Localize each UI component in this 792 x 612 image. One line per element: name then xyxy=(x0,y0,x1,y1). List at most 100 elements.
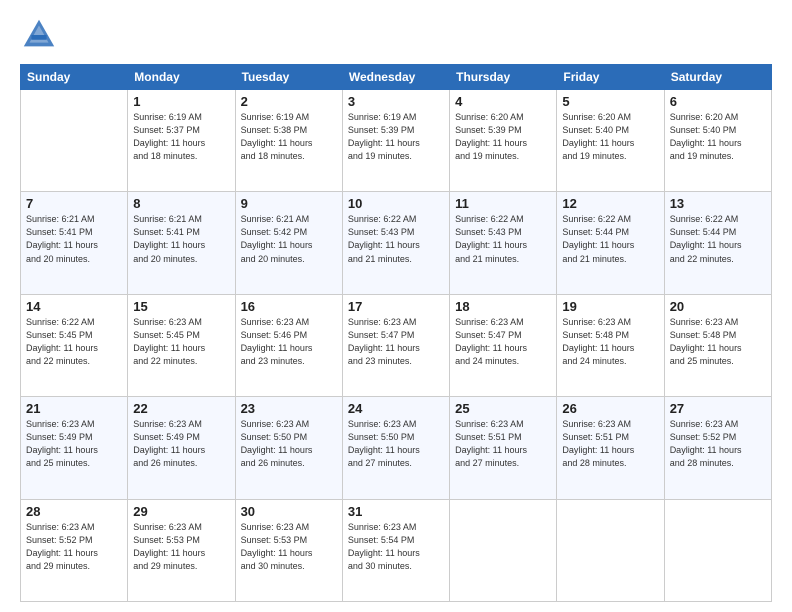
calendar-cell: 22 Sunrise: 6:23 AMSunset: 5:49 PMDayligh… xyxy=(128,397,235,499)
day-info: Sunrise: 6:23 AMSunset: 5:48 PMDaylight:… xyxy=(562,316,658,368)
day-number: 9 xyxy=(241,196,337,211)
day-number: 12 xyxy=(562,196,658,211)
day-info: Sunrise: 6:20 AMSunset: 5:39 PMDaylight:… xyxy=(455,111,551,163)
day-info: Sunrise: 6:23 AMSunset: 5:45 PMDaylight:… xyxy=(133,316,229,368)
day-number: 7 xyxy=(26,196,122,211)
day-info: Sunrise: 6:22 AMSunset: 5:45 PMDaylight:… xyxy=(26,316,122,368)
calendar-cell: 3 Sunrise: 6:19 AMSunset: 5:39 PMDaylight… xyxy=(342,90,449,192)
day-info: Sunrise: 6:23 AMSunset: 5:49 PMDaylight:… xyxy=(133,418,229,470)
day-info: Sunrise: 6:23 AMSunset: 5:47 PMDaylight:… xyxy=(455,316,551,368)
weekday-header-monday: Monday xyxy=(128,65,235,90)
calendar-cell: 7 Sunrise: 6:21 AMSunset: 5:41 PMDaylight… xyxy=(21,192,128,294)
day-number: 20 xyxy=(670,299,766,314)
day-info: Sunrise: 6:23 AMSunset: 5:49 PMDaylight:… xyxy=(26,418,122,470)
calendar-week-2: 7 Sunrise: 6:21 AMSunset: 5:41 PMDaylight… xyxy=(21,192,772,294)
day-info: Sunrise: 6:22 AMSunset: 5:44 PMDaylight:… xyxy=(562,213,658,265)
day-number: 4 xyxy=(455,94,551,109)
day-number: 24 xyxy=(348,401,444,416)
day-number: 22 xyxy=(133,401,229,416)
logo-icon xyxy=(20,16,58,54)
day-number: 2 xyxy=(241,94,337,109)
calendar-cell: 30 Sunrise: 6:23 AMSunset: 5:53 PMDayligh… xyxy=(235,499,342,601)
day-info: Sunrise: 6:23 AMSunset: 5:53 PMDaylight:… xyxy=(241,521,337,573)
calendar-week-1: 1Sunrise: 6:19 AMSunset: 5:37 PMDaylight… xyxy=(21,90,772,192)
calendar-cell xyxy=(664,499,771,601)
day-info: Sunrise: 6:23 AMSunset: 5:47 PMDaylight:… xyxy=(348,316,444,368)
calendar-cell: 12 Sunrise: 6:22 AMSunset: 5:44 PMDayligh… xyxy=(557,192,664,294)
calendar-cell: 14 Sunrise: 6:22 AMSunset: 5:45 PMDayligh… xyxy=(21,294,128,396)
calendar-cell: 16Sunrise: 6:23 AMSunset: 5:46 PMDayligh… xyxy=(235,294,342,396)
weekday-header-sunday: Sunday xyxy=(21,65,128,90)
calendar-cell: 19 Sunrise: 6:23 AMSunset: 5:48 PMDayligh… xyxy=(557,294,664,396)
day-info: Sunrise: 6:20 AMSunset: 5:40 PMDaylight:… xyxy=(670,111,766,163)
day-number: 5 xyxy=(562,94,658,109)
day-number: 13 xyxy=(670,196,766,211)
weekday-header-friday: Friday xyxy=(557,65,664,90)
day-info: Sunrise: 6:19 AMSunset: 5:39 PMDaylight:… xyxy=(348,111,444,163)
calendar-cell: 21 Sunrise: 6:23 AMSunset: 5:49 PMDayligh… xyxy=(21,397,128,499)
calendar-cell: 29 Sunrise: 6:23 AMSunset: 5:53 PMDayligh… xyxy=(128,499,235,601)
weekday-header-wednesday: Wednesday xyxy=(342,65,449,90)
logo xyxy=(20,16,62,54)
weekday-header-tuesday: Tuesday xyxy=(235,65,342,90)
calendar-cell: 9 Sunrise: 6:21 AMSunset: 5:42 PMDaylight… xyxy=(235,192,342,294)
day-number: 18 xyxy=(455,299,551,314)
day-number: 10 xyxy=(348,196,444,211)
day-info: Sunrise: 6:21 AMSunset: 5:41 PMDaylight:… xyxy=(26,213,122,265)
day-info: Sunrise: 6:23 AMSunset: 5:52 PMDaylight:… xyxy=(26,521,122,573)
calendar-cell: 23Sunrise: 6:23 AMSunset: 5:50 PMDayligh… xyxy=(235,397,342,499)
day-number: 25 xyxy=(455,401,551,416)
day-info: Sunrise: 6:23 AMSunset: 5:53 PMDaylight:… xyxy=(133,521,229,573)
day-number: 11 xyxy=(455,196,551,211)
calendar-cell: 2 Sunrise: 6:19 AMSunset: 5:38 PMDaylight… xyxy=(235,90,342,192)
day-number: 21 xyxy=(26,401,122,416)
day-number: 28 xyxy=(26,504,122,519)
day-info: Sunrise: 6:23 AMSunset: 5:50 PMDaylight:… xyxy=(241,418,337,470)
calendar-cell: 5 Sunrise: 6:20 AMSunset: 5:40 PMDaylight… xyxy=(557,90,664,192)
day-info: Sunrise: 6:20 AMSunset: 5:40 PMDaylight:… xyxy=(562,111,658,163)
day-info: Sunrise: 6:23 AMSunset: 5:50 PMDaylight:… xyxy=(348,418,444,470)
weekday-header-saturday: Saturday xyxy=(664,65,771,90)
day-info: Sunrise: 6:19 AMSunset: 5:38 PMDaylight:… xyxy=(241,111,337,163)
calendar-cell: 15Sunrise: 6:23 AMSunset: 5:45 PMDayligh… xyxy=(128,294,235,396)
calendar-cell xyxy=(450,499,557,601)
day-number: 3 xyxy=(348,94,444,109)
calendar-cell: 13Sunrise: 6:22 AMSunset: 5:44 PMDayligh… xyxy=(664,192,771,294)
day-info: Sunrise: 6:23 AMSunset: 5:51 PMDaylight:… xyxy=(455,418,551,470)
calendar-cell: 27 Sunrise: 6:23 AMSunset: 5:52 PMDayligh… xyxy=(664,397,771,499)
day-number: 17 xyxy=(348,299,444,314)
calendar-cell: 24 Sunrise: 6:23 AMSunset: 5:50 PMDayligh… xyxy=(342,397,449,499)
day-number: 29 xyxy=(133,504,229,519)
calendar-cell: 31 Sunrise: 6:23 AMSunset: 5:54 PMDayligh… xyxy=(342,499,449,601)
day-info: Sunrise: 6:22 AMSunset: 5:43 PMDaylight:… xyxy=(455,213,551,265)
day-info: Sunrise: 6:23 AMSunset: 5:52 PMDaylight:… xyxy=(670,418,766,470)
day-info: Sunrise: 6:21 AMSunset: 5:41 PMDaylight:… xyxy=(133,213,229,265)
calendar-week-4: 21 Sunrise: 6:23 AMSunset: 5:49 PMDayligh… xyxy=(21,397,772,499)
calendar-cell: 1Sunrise: 6:19 AMSunset: 5:37 PMDaylight… xyxy=(128,90,235,192)
calendar-cell: 6 Sunrise: 6:20 AMSunset: 5:40 PMDaylight… xyxy=(664,90,771,192)
day-info: Sunrise: 6:23 AMSunset: 5:46 PMDaylight:… xyxy=(241,316,337,368)
calendar-cell xyxy=(557,499,664,601)
calendar-cell xyxy=(21,90,128,192)
calendar-week-5: 28 Sunrise: 6:23 AMSunset: 5:52 PMDayligh… xyxy=(21,499,772,601)
day-number: 14 xyxy=(26,299,122,314)
day-info: Sunrise: 6:23 AMSunset: 5:54 PMDaylight:… xyxy=(348,521,444,573)
header xyxy=(20,16,772,54)
day-info: Sunrise: 6:21 AMSunset: 5:42 PMDaylight:… xyxy=(241,213,337,265)
page: SundayMondayTuesdayWednesdayThursdayFrid… xyxy=(0,0,792,612)
day-info: Sunrise: 6:23 AMSunset: 5:51 PMDaylight:… xyxy=(562,418,658,470)
weekday-header-thursday: Thursday xyxy=(450,65,557,90)
day-number: 30 xyxy=(241,504,337,519)
day-number: 6 xyxy=(670,94,766,109)
calendar-cell: 28 Sunrise: 6:23 AMSunset: 5:52 PMDayligh… xyxy=(21,499,128,601)
calendar-cell: 8 Sunrise: 6:21 AMSunset: 5:41 PMDaylight… xyxy=(128,192,235,294)
calendar-cell: 17 Sunrise: 6:23 AMSunset: 5:47 PMDayligh… xyxy=(342,294,449,396)
day-number: 31 xyxy=(348,504,444,519)
calendar-cell: 10Sunrise: 6:22 AMSunset: 5:43 PMDayligh… xyxy=(342,192,449,294)
day-number: 8 xyxy=(133,196,229,211)
day-number: 27 xyxy=(670,401,766,416)
calendar-cell: 11 Sunrise: 6:22 AMSunset: 5:43 PMDayligh… xyxy=(450,192,557,294)
calendar-table: SundayMondayTuesdayWednesdayThursdayFrid… xyxy=(20,64,772,602)
day-number: 1 xyxy=(133,94,229,109)
day-number: 19 xyxy=(562,299,658,314)
